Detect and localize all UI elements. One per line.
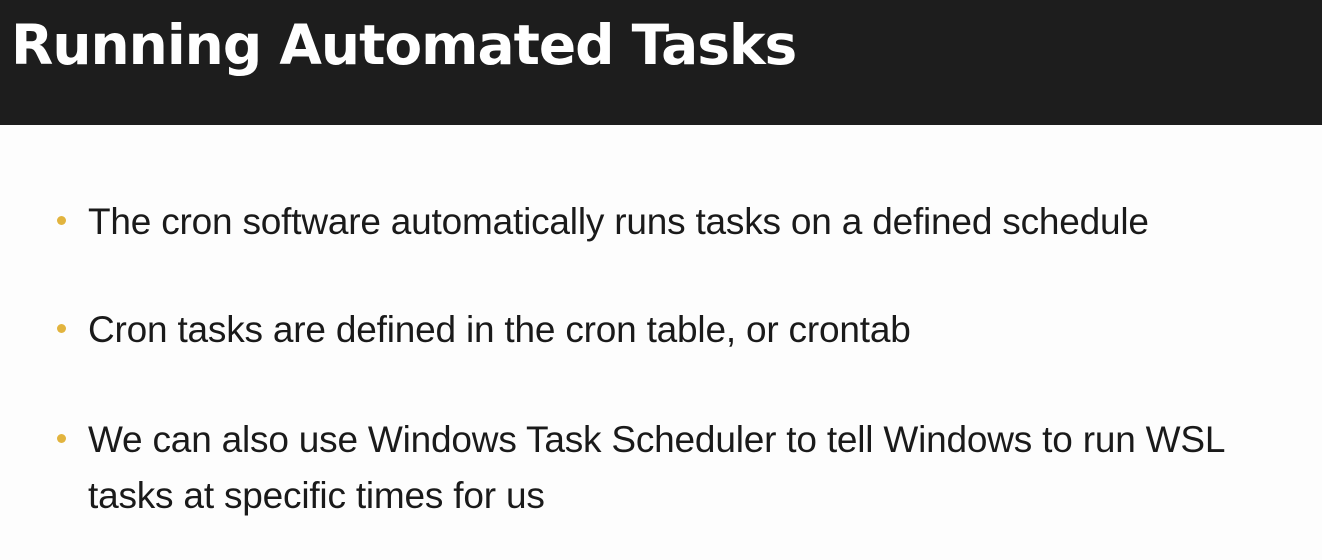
bullet-marker-icon	[57, 434, 66, 443]
bullet-marker-icon	[57, 216, 66, 225]
bullet-list: The cron software automatically runs tas…	[0, 0, 1322, 560]
bullet-item: Cron tasks are defined in the cron table…	[50, 302, 1300, 358]
bullet-marker-icon	[57, 324, 66, 333]
bullet-item: The cron software automatically runs tas…	[50, 194, 1300, 250]
bullet-text: The cron software automatically runs tas…	[88, 201, 1149, 242]
slide: Running Automated Tasks The cron softwar…	[0, 0, 1322, 560]
bullet-item: We can also use Windows Task Scheduler t…	[50, 412, 1300, 524]
bullet-text: We can also use Windows Task Scheduler t…	[88, 419, 1224, 516]
bullet-text: Cron tasks are defined in the cron table…	[88, 309, 911, 350]
